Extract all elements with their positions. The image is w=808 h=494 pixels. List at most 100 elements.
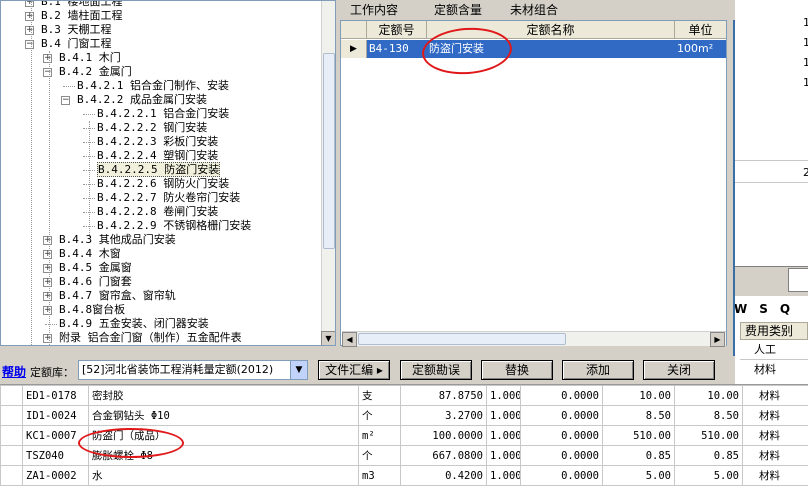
tree-node[interactable]: B.4.2.2.4 塑钢门安装 bbox=[97, 149, 218, 163]
tree-node[interactable]: 附录 铝合金门窗（制作）五金配件表 bbox=[59, 331, 242, 345]
bg-number: 1 bbox=[803, 76, 808, 89]
tab-material-combo[interactable]: 未材组合 bbox=[510, 2, 558, 18]
bg-button[interactable] bbox=[788, 268, 808, 292]
tree-node[interactable]: B.4.2.2.7 防火卷帘门安装 bbox=[97, 191, 240, 205]
chapter-tree[interactable]: B.1 楼地面工程 + B.2 墙柱面工程 + B.3 天棚工程 + B.4 门窗工程 − B.… bbox=[0, 0, 336, 346]
material-table: ED1-0178 密封胶支 87.8750 1.000 0.0000 10.00 10.00… bbox=[0, 385, 808, 486]
expand-icon[interactable]: + bbox=[25, 1, 34, 7]
tree-node[interactable]: B.4.2.2 成品金属门安装 bbox=[77, 93, 207, 107]
bg-total-cell: 0.85 bbox=[674, 445, 743, 466]
tree-node[interactable]: B.4.2.2.1 铝合金门安装 bbox=[97, 107, 229, 121]
col-quota-code[interactable]: 定额号 bbox=[367, 21, 427, 39]
dialog-bottom-bar: 帮助 定额库： [52]河北省装饰工程消耗量定额(2012) ▼ 文件汇编 ▸ … bbox=[0, 356, 735, 384]
expand-icon[interactable]: + bbox=[43, 278, 52, 287]
bg-qty-cell: 87.8750 bbox=[400, 385, 487, 406]
tree-node-label: B.4.2.2.8 卷闸门安装 bbox=[97, 205, 219, 218]
expand-icon[interactable]: + bbox=[43, 236, 52, 245]
scroll-down-arrow-icon[interactable]: ▼ bbox=[321, 331, 335, 345]
tree-node[interactable]: B.4.2 金属门 bbox=[59, 65, 132, 79]
hscroll-thumb[interactable] bbox=[358, 333, 566, 345]
tab-quota-content[interactable]: 定额含量 bbox=[434, 2, 482, 18]
bg-name-cell: 合金钢钻头 Φ10 bbox=[88, 405, 359, 426]
expand-icon[interactable]: + bbox=[25, 26, 34, 35]
chevron-down-icon[interactable]: ▼ bbox=[290, 361, 307, 379]
bg-type-cell: 材料 bbox=[742, 425, 808, 446]
expand-icon[interactable]: + bbox=[25, 12, 34, 21]
col-quota-name[interactable]: 定额名称 bbox=[427, 21, 675, 39]
tree-node-label: B.4.2.2.9 不锈钢格栅门安装 bbox=[97, 219, 252, 232]
bg-name-cell: 膨胀螺栓 Φ8 bbox=[88, 445, 359, 466]
tree-node[interactable]: B.4.7 窗帘盒、窗帘轨 bbox=[59, 289, 176, 303]
expand-icon[interactable]: + bbox=[43, 54, 52, 63]
tree-node-label: B.4.2 金属门 bbox=[59, 65, 132, 78]
tree-node[interactable]: B.4.2.2.8 卷闸门安装 bbox=[97, 205, 218, 219]
bg-name-cell: 水 bbox=[88, 465, 359, 486]
scroll-right-arrow-icon[interactable]: ▶ bbox=[710, 332, 725, 347]
replace-button[interactable]: 替换 bbox=[481, 360, 553, 380]
tree-node[interactable]: B.4.4 木窗 bbox=[59, 247, 121, 261]
add-button[interactable]: 添加 bbox=[562, 360, 634, 380]
expand-icon[interactable]: + bbox=[43, 334, 52, 343]
expand-icon[interactable]: + bbox=[43, 306, 52, 315]
bg-code-cell: ZA1-0002 bbox=[22, 465, 89, 486]
bg-row-gutter bbox=[0, 425, 23, 446]
bg-row-gutter bbox=[0, 405, 23, 426]
table-row[interactable]: ID1-0024 合金钢钻头 Φ10 个 3.2700 1.000 0.0000 8.50 8… bbox=[0, 405, 808, 426]
tab-work-content[interactable]: 工作内容 bbox=[350, 2, 398, 18]
bg-coef-cell: 1.000 bbox=[486, 405, 521, 426]
fee-type-cell: 人工 bbox=[740, 340, 808, 360]
letter-s: S bbox=[759, 302, 768, 316]
tree-node[interactable]: B.4.2.2.2 钢门安装 bbox=[97, 121, 207, 135]
tree-node[interactable]: B.4.2.2.3 彩板门安装 bbox=[97, 135, 218, 149]
table-row[interactable]: ▶ B4-130 防盗门安装 100m² bbox=[341, 40, 726, 58]
bg-number: 1 bbox=[803, 36, 808, 49]
tree-connector bbox=[83, 114, 95, 115]
expand-icon[interactable]: + bbox=[43, 292, 52, 301]
table-row[interactable]: ZA1-0002 水 m3 0.4200 1.000 0.0000 5.00 5.00 材料 bbox=[0, 465, 808, 486]
file-compile-button[interactable]: 文件汇编 ▸ bbox=[318, 360, 390, 380]
tree-scroll-thumb[interactable] bbox=[323, 53, 335, 249]
tree-node[interactable]: B.2 墙柱面工程 bbox=[41, 9, 123, 23]
tree-node-label: B.4.2.2.2 钢门安装 bbox=[97, 121, 208, 134]
tree-node[interactable]: B.4.2.2.9 不锈钢格栅门安装 bbox=[97, 219, 251, 233]
table-row[interactable]: ED1-0178 密封胶支 87.8750 1.000 0.0000 10.00 10.00… bbox=[0, 385, 808, 406]
collapse-icon[interactable]: − bbox=[61, 96, 70, 105]
expand-icon[interactable]: + bbox=[43, 264, 52, 273]
tree-node[interactable]: B.1 楼地面工程 bbox=[41, 1, 123, 9]
tree-node[interactable]: B.4.5 金属窗 bbox=[59, 261, 132, 275]
bg-qty-cell: 100.0000 bbox=[400, 425, 487, 446]
tree-node[interactable]: B.4.9 五金安装、闭门器安装 bbox=[59, 317, 209, 331]
tree-connector bbox=[89, 121, 90, 237]
col-unit[interactable]: 单位 bbox=[675, 21, 726, 39]
table-row[interactable]: KC1-0007 防盗门（成品） m² 100.0000 1.000 0.0000 510.… bbox=[0, 425, 808, 446]
tab-bar: 工作内容 定额含量 未材组合 bbox=[340, 0, 735, 20]
tree-node-label: B.4.2.2.1 铝合金门安装 bbox=[97, 107, 230, 120]
collapse-icon[interactable]: − bbox=[43, 68, 52, 77]
expand-icon[interactable]: + bbox=[43, 250, 52, 259]
bg-price-cell: 8.50 bbox=[602, 405, 675, 426]
quota-hscrollbar[interactable]: ◀ ▶ bbox=[342, 331, 726, 347]
bg-amount-cell: 0.0000 bbox=[520, 385, 603, 406]
tree-node[interactable]: B.4.2.1 铝合金门制作、安装 bbox=[77, 79, 229, 93]
table-row[interactable]: TSZ040 膨胀螺栓 Φ8 个 667.0800 1.000 0.0000 0.85 0.8… bbox=[0, 445, 808, 466]
unit-cell: 100m² bbox=[677, 42, 714, 55]
tree-node[interactable]: B.4 门窗工程 bbox=[41, 37, 112, 51]
bg-name-cell: 密封胶 bbox=[88, 385, 359, 406]
bg-unit-cell: m² bbox=[358, 425, 401, 446]
tree-node[interactable]: B.4.3 其他成品门安装 bbox=[59, 233, 176, 247]
tree-node[interactable]: B.3 天棚工程 bbox=[41, 23, 112, 37]
bg-row-gutter bbox=[0, 465, 23, 486]
quota-errata-button[interactable]: 定额勘误 bbox=[400, 360, 472, 380]
library-select[interactable]: [52]河北省装饰工程消耗量定额(2012) ▼ bbox=[78, 360, 308, 380]
scroll-left-arrow-icon[interactable]: ◀ bbox=[342, 332, 357, 347]
collapse-icon[interactable]: − bbox=[25, 40, 34, 49]
bg-qty-cell: 0.4200 bbox=[400, 465, 487, 486]
tree-node[interactable]: B.4.2.2.5 防盗门安装 bbox=[97, 162, 221, 177]
tree-node[interactable]: B.4.2.2.6 钢防火门安装 bbox=[97, 177, 229, 191]
bg-amount-cell: 0.0000 bbox=[520, 465, 603, 486]
tree-node[interactable]: B.4.8窗台板 bbox=[59, 303, 125, 317]
tree-node[interactable]: B.4.6 门窗套 bbox=[59, 275, 132, 289]
help-link[interactable]: 帮助 bbox=[2, 363, 26, 380]
tree-node[interactable]: B.4.1 木门 bbox=[59, 51, 121, 65]
close-button[interactable]: 关闭 bbox=[643, 360, 715, 380]
